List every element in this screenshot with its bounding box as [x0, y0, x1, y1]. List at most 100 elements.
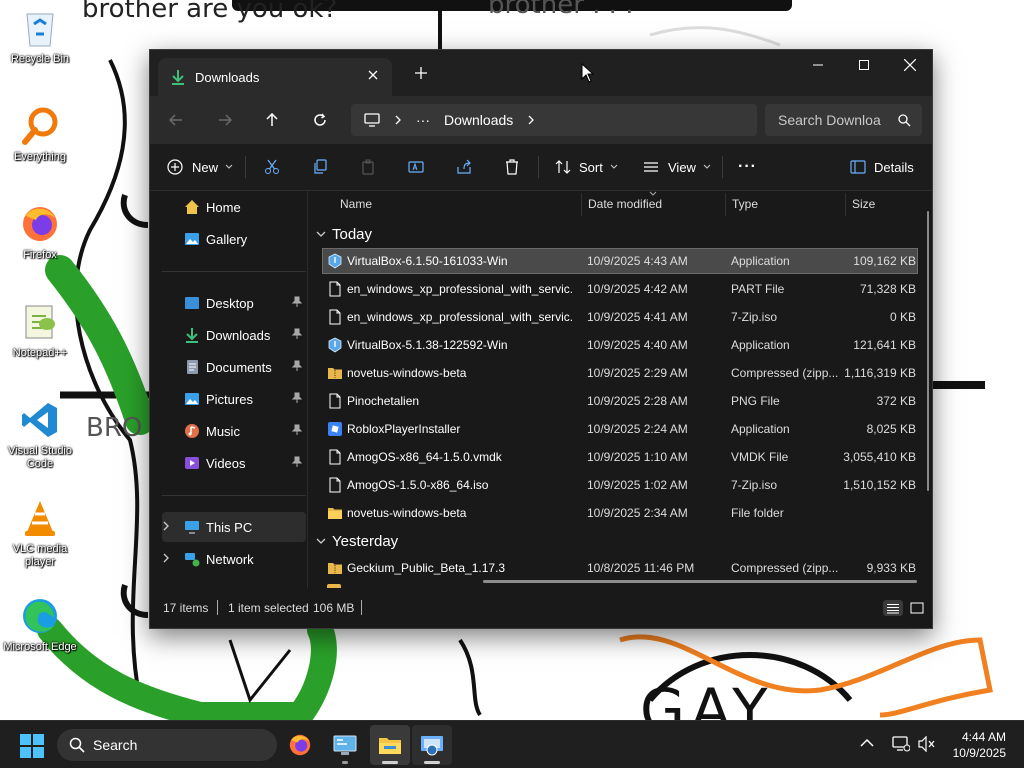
- tiles-view-toggle[interactable]: [907, 600, 927, 616]
- file-size: 3,055,410 KB: [843, 450, 916, 464]
- file-explorer-window[interactable]: Downloads ··· Downloads New: [149, 49, 933, 629]
- show-hidden-icons-button[interactable]: [860, 737, 874, 751]
- close-tab-icon[interactable]: [364, 66, 382, 84]
- new-tab-button[interactable]: [412, 63, 430, 83]
- file-name: novetus-windows-beta: [347, 506, 467, 520]
- desktop-icon-firefox[interactable]: Firefox: [2, 202, 78, 262]
- taskbar-app-file-explorer[interactable]: [370, 725, 410, 765]
- system-clock[interactable]: 4:44 AM 10/9/2025: [953, 729, 1006, 761]
- vertical-scrollbar[interactable]: [927, 211, 929, 491]
- group-header-yesterday[interactable]: Yesterday: [316, 531, 398, 551]
- nav-item-pictures[interactable]: Pictures: [162, 384, 306, 414]
- file-size: 8,025 KB: [866, 422, 916, 436]
- pin-icon[interactable]: [291, 328, 303, 343]
- breadcrumb-more[interactable]: ···: [416, 112, 430, 128]
- taskbar-search[interactable]: Search: [57, 729, 277, 761]
- title-bar[interactable]: Downloads: [150, 50, 932, 96]
- nav-item-network[interactable]: Network: [162, 544, 306, 574]
- paste-button[interactable]: [360, 155, 376, 179]
- file-row[interactable]: Geckium_Public_Beta_1.17.3 10/8/2025 11:4…: [323, 556, 917, 580]
- desktop-icon-everything[interactable]: Everything: [2, 104, 78, 164]
- taskbar-app-control-panel[interactable]: [325, 725, 365, 765]
- new-button[interactable]: New: [167, 155, 233, 179]
- minimize-button[interactable]: [795, 50, 841, 80]
- clock-date: 10/9/2025: [952, 746, 1006, 760]
- refresh-button[interactable]: [308, 108, 332, 132]
- nav-item-videos[interactable]: Videos: [162, 448, 306, 478]
- details-pane-button[interactable]: Details: [850, 155, 914, 179]
- nav-item-gallery[interactable]: Gallery: [162, 224, 306, 254]
- pin-icon[interactable]: [291, 392, 303, 407]
- maximize-button[interactable]: [841, 50, 887, 80]
- nav-item-music[interactable]: Music: [162, 416, 306, 446]
- close-window-button[interactable]: [887, 50, 933, 80]
- file-row[interactable]: AmogOS-1.5.0-x86_64.iso 10/9/2025 1:02 AM…: [323, 473, 917, 497]
- file-row[interactable]: VirtualBox-6.1.50-161033-Win 10/9/2025 4:…: [322, 248, 918, 274]
- pin-icon[interactable]: [291, 456, 303, 471]
- nav-item-this-pc[interactable]: This PC: [162, 512, 306, 542]
- details-view-toggle[interactable]: [883, 600, 903, 616]
- column-divider[interactable]: [581, 193, 582, 216]
- rename-button[interactable]: [408, 155, 424, 179]
- share-button[interactable]: [456, 155, 472, 179]
- file-date: 10/9/2025 2:29 AM: [587, 366, 688, 380]
- chevron-right-icon[interactable]: [162, 552, 170, 567]
- file-row[interactable]: Pinochetalien 10/9/2025 2:28 AM PNG File 37…: [323, 389, 917, 413]
- column-header-size[interactable]: Size: [852, 197, 875, 211]
- pin-icon[interactable]: [291, 360, 303, 375]
- more-options-button[interactable]: ···: [738, 155, 757, 179]
- nav-item-desktop[interactable]: Desktop: [162, 288, 306, 318]
- file-row[interactable]: RobloxPlayerInstaller 10/9/2025 2:24 AM Ap…: [323, 417, 917, 441]
- toolbar-divider: [538, 156, 539, 178]
- pin-icon[interactable]: [291, 296, 303, 311]
- group-label: Yesterday: [332, 532, 399, 550]
- file-row[interactable]: novetus-windows-beta 10/9/2025 2:29 AM Com…: [323, 361, 917, 385]
- search-box[interactable]: [765, 104, 922, 136]
- chevron-right-icon[interactable]: [162, 520, 170, 535]
- tab-downloads[interactable]: Downloads: [158, 58, 392, 96]
- nav-item-home[interactable]: Home: [162, 192, 306, 222]
- taskbar-app-virtualbox[interactable]: [412, 725, 452, 765]
- file-row[interactable]: en_windows_xp_professional_with_servic..…: [323, 305, 917, 329]
- zip-folder-icon: [327, 560, 343, 576]
- volume-muted-icon[interactable]: [918, 735, 936, 755]
- network-status-icon[interactable]: [892, 736, 911, 755]
- address-bar[interactable]: ··· Downloads: [351, 104, 757, 136]
- column-header-type[interactable]: Type: [732, 197, 758, 211]
- group-header-today[interactable]: Today: [316, 224, 372, 244]
- nav-item-downloads[interactable]: Downloads: [162, 320, 306, 350]
- chevron-right-icon[interactable]: [527, 115, 535, 125]
- column-header-date[interactable]: Date modified: [588, 197, 662, 211]
- desktop-icon-recycle-bin[interactable]: Recycle Bin: [2, 6, 78, 66]
- sort-button[interactable]: Sort: [555, 155, 618, 179]
- running-indicator: [382, 761, 398, 764]
- file-row[interactable]: novetus-windows-beta 10/9/2025 2:34 AM Fil…: [323, 501, 917, 525]
- back-button[interactable]: [164, 108, 188, 132]
- roblox-icon: [327, 421, 343, 437]
- pin-icon[interactable]: [291, 424, 303, 439]
- file-row[interactable]: AmogOS-x86_64-1.5.0.vmdk 10/9/2025 1:10 A…: [323, 445, 917, 469]
- up-button[interactable]: [260, 108, 284, 132]
- delete-button[interactable]: [504, 155, 520, 179]
- desktop-icon-notepadpp[interactable]: Notepad++: [2, 300, 78, 360]
- search-input[interactable]: [778, 112, 884, 128]
- cut-button[interactable]: [264, 155, 280, 179]
- column-divider[interactable]: [725, 193, 726, 216]
- file-row[interactable]: VirtualBox-5.1.38-122592-Win 10/9/2025 4:…: [323, 333, 917, 357]
- desktop-icon-edge[interactable]: Microsoft Edge: [2, 594, 78, 654]
- desktop-icon-vlc[interactable]: VLC media player: [2, 496, 78, 569]
- column-divider[interactable]: [845, 193, 846, 216]
- document-icon: [184, 359, 200, 375]
- taskbar-app-firefox[interactable]: [280, 725, 320, 765]
- nav-item-documents[interactable]: Documents: [162, 352, 306, 382]
- desktop-icon-vscode[interactable]: Visual Studio Code: [2, 398, 78, 471]
- breadcrumb-downloads[interactable]: Downloads: [444, 112, 513, 128]
- view-button[interactable]: View: [643, 155, 711, 179]
- column-header-name[interactable]: Name: [340, 197, 372, 211]
- file-size: 109,162 KB: [853, 254, 916, 268]
- horizontal-scrollbar[interactable]: [483, 580, 917, 583]
- forward-button[interactable]: [213, 108, 237, 132]
- copy-button[interactable]: [312, 155, 328, 179]
- file-row[interactable]: en_windows_xp_professional_with_servic..…: [323, 277, 917, 301]
- start-button[interactable]: [20, 734, 44, 758]
